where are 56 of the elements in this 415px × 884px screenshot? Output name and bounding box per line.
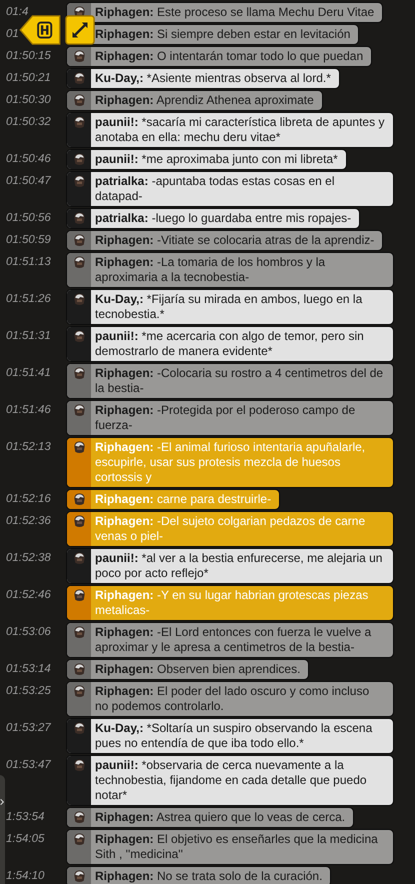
- message-text: Ku-Day,: *Asiente mientras observa al lord.*: [94, 70, 332, 87]
- timestamp: 01:51:26: [6, 292, 51, 307]
- timestamp: 1:54:10: [6, 869, 44, 884]
- message-text: Riphagen: -El Lord entonces con fuerza le vuelve a aproximar y le apresa a centimetros de la bestia-: [94, 624, 372, 656]
- timestamp: 01:53:47: [6, 758, 51, 773]
- message-text: Riphagen: -Colocaria su rostro a 4 centimetros del de la bestia-: [94, 365, 384, 397]
- timestamp: 01: [6, 27, 19, 42]
- timestamp: 01:51:31: [6, 329, 51, 344]
- message-text: Riphagen: Este proceso se llama Mechu Deru Vitae: [94, 4, 376, 21]
- timestamp: 01:50:46: [6, 152, 51, 167]
- timestamp: 01:51:13: [6, 255, 51, 270]
- timestamp: 01:52:46: [6, 588, 51, 603]
- message-text: patrialka: -luego lo guardaba entre mis ropajes-: [94, 210, 352, 227]
- timestamp: 01:4: [6, 5, 28, 20]
- message-text: Riphagen: -La tomaria de los hombros y la aproximaria a la tecnobestia-: [94, 254, 326, 286]
- message-text: paunii!: *me aproximaba junto con mi libreta*: [94, 151, 339, 168]
- timestamp: 01:51:41: [6, 366, 51, 381]
- message-text: paunii!: *observaria de cerca nuevamente a la technobestia, fijandome en cada detalle que puedo notar*: [94, 757, 368, 804]
- message-text: Ku-Day,: *Soltaría un suspiro observando la escena pues no entendía de que iba todo ello.*: [94, 720, 374, 752]
- message-text: Riphagen: Aprendiz Athenea aproximate: [94, 92, 315, 109]
- message-text: Riphagen: -Y en su lugar habrian grotescas piezas metalicas-: [94, 587, 370, 619]
- message-text: Riphagen: O intentarán tomar todo lo que puedan: [94, 48, 364, 65]
- timestamp: 01:53:27: [6, 721, 51, 736]
- message-text: Riphagen: -Del sujeto colgarian pedazos de carne venas o piel-: [94, 513, 366, 545]
- timestamp: 1:53:54: [6, 810, 44, 825]
- message-text: patrialka: -apuntaba todas estas cosas en el datapad-: [94, 173, 336, 205]
- timestamp: 1:54:05: [6, 832, 44, 847]
- timestamp: 01:50:21: [6, 71, 51, 86]
- message-text: Riphagen: -El animal furioso intentaria apuñalarle, escupirle, usar sus protesis mezcla de huesos cortossis y: [94, 439, 366, 486]
- message-text: Riphagen: El objetivo es enseñarles que la medicina Sith , ''medicina'': [94, 831, 379, 863]
- message-text: paunii!: *al ver a la bestia enfurecerse, me alejaria un poco por acto reflejo*: [94, 550, 384, 582]
- timestamp: 01:52:38: [6, 551, 51, 566]
- timestamp: 01:53:14: [6, 662, 51, 677]
- message-text: paunii!: *me acercaria con algo de temor, pero sin demostrarlo de manera evidente*: [94, 328, 365, 360]
- message-text: Riphagen: carne para destruirle-: [94, 491, 272, 508]
- message-text: paunii!: *sacaría mi característica libreta de apuntes y anotaba en ella: mechu deru vitae*: [94, 114, 386, 146]
- message-text: Riphagen: Observen bien aprendices.: [94, 661, 302, 678]
- timestamp: 01:52:36: [6, 514, 51, 529]
- message-text: Riphagen: -Vitiate se colocaria atras de la aprendiz-: [94, 232, 376, 249]
- timestamp: 01:52:16: [6, 492, 51, 507]
- timestamp: 01:51:46: [6, 403, 51, 418]
- message-text: Riphagen: Astrea quiero que lo veas de cerca.: [94, 809, 346, 826]
- timestamp: 01:50:15: [6, 49, 51, 64]
- message-text: Riphagen: Si siempre deben estar en levitación: [94, 26, 352, 43]
- timestamp: 01:53:06: [6, 625, 51, 640]
- message-text: Riphagen: El poder del lado oscuro y como incluso no podemos controlarlo.: [94, 683, 370, 715]
- message-text: Riphagen: No se trata solo de la curación.: [94, 868, 324, 884]
- message-text: Riphagen: -Protegida por el poderoso campo de fuerza-: [94, 402, 356, 434]
- timestamp: 01:52:13: [6, 440, 51, 455]
- timestamp: 01:50:32: [6, 115, 51, 130]
- timestamp: 01:50:59: [6, 233, 51, 248]
- timestamp: 01:50:56: [6, 211, 51, 226]
- timestamp: 01:50:47: [6, 174, 51, 189]
- message-text: Ku-Day,: *Fijaría su mirada en ambos, luego en la tecnobestia.*: [94, 291, 364, 323]
- timestamp: 01:50:30: [6, 93, 51, 108]
- timestamp: 01:53:25: [6, 684, 51, 699]
